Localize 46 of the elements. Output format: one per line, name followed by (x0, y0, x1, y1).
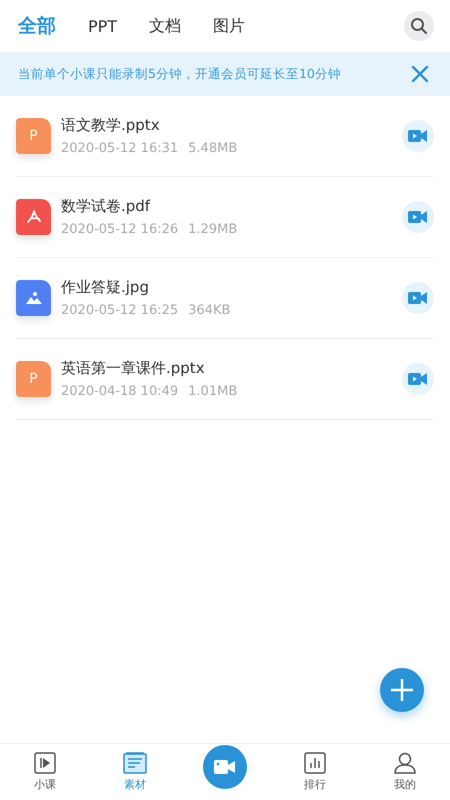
file-date: 2020-05-12 16:31 (61, 141, 178, 156)
document-icon (123, 752, 147, 774)
file-item[interactable]: P 英语第一章课件.pptx 2020-04-18 10:49 1.01MB (16, 339, 434, 420)
video-camera-icon (214, 759, 236, 775)
record-button[interactable] (402, 120, 434, 152)
play-icon (34, 752, 56, 774)
file-name: 英语第一章课件.pptx (61, 359, 206, 378)
file-size: 5.48MB (188, 141, 238, 156)
notice-text: 当前单个小课只能录制5分钟，开通会员可延长至10分钟 (18, 66, 342, 82)
user-icon (393, 752, 417, 774)
file-type-icon (16, 199, 51, 235)
file-item[interactable]: 作业答疑.jpg 2020-05-12 16:25 364KB (16, 258, 434, 339)
nav-item[interactable]: 排行 (270, 744, 360, 800)
file-item[interactable]: P 语文教学.pptx 2020-05-12 16:31 5.48MB (16, 96, 434, 177)
file-date: 2020-05-12 16:25 (61, 303, 178, 318)
file-size: 1.01MB (188, 384, 238, 399)
file-date: 2020-04-18 10:49 (61, 384, 178, 399)
record-button[interactable] (203, 745, 247, 789)
record-button[interactable] (402, 363, 434, 395)
add-button[interactable] (380, 668, 424, 712)
file-item[interactable]: 数学试卷.pdf 2020-05-12 16:26 1.29MB (16, 177, 434, 258)
file-type-icon (16, 280, 51, 316)
nav-item[interactable]: 我的 (360, 744, 450, 800)
file-size: 364KB (188, 303, 230, 318)
file-name: 作业答疑.jpg (61, 278, 150, 297)
search-icon (410, 17, 428, 35)
tab[interactable]: PPT (88, 16, 118, 36)
file-date: 2020-05-12 16:26 (61, 222, 178, 237)
nav-item[interactable]: 小课 (0, 744, 90, 800)
video-camera-icon (408, 291, 428, 305)
file-type-letter: P (29, 371, 38, 387)
file-size: 1.29MB (188, 222, 238, 237)
plus-icon (390, 678, 414, 702)
video-camera-icon (408, 210, 428, 224)
record-button[interactable] (402, 282, 434, 314)
close-icon (411, 65, 429, 83)
file-name: 数学试卷.pdf (61, 197, 152, 216)
bar-chart-icon (304, 752, 326, 774)
record-button[interactable] (402, 201, 434, 233)
video-camera-icon (408, 372, 428, 386)
tab[interactable]: 文档 (149, 16, 182, 36)
file-name: 语文教学.pptx (61, 116, 161, 135)
search-button[interactable] (404, 11, 434, 41)
tab[interactable]: 图片 (213, 16, 246, 36)
file-type-letter: P (29, 128, 38, 144)
video-camera-icon (408, 129, 428, 143)
